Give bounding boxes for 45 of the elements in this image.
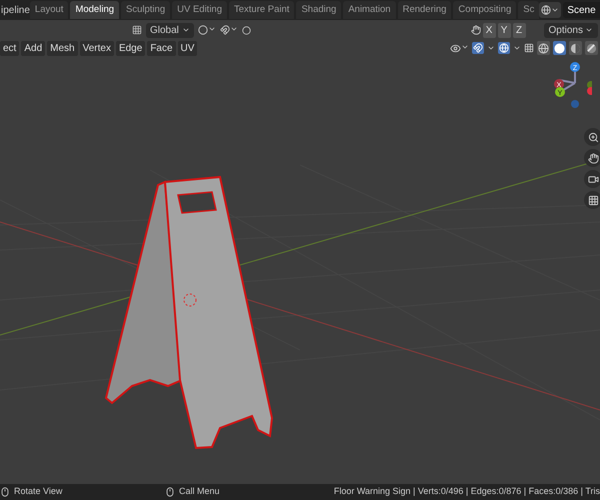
menu-item[interactable]: Vertex	[80, 40, 114, 56]
caret-icon	[208, 25, 216, 33]
workspace-tab[interactable]: Modeling	[70, 1, 120, 19]
orientation-icon	[132, 25, 142, 35]
xray-icon[interactable]	[524, 43, 534, 53]
overlay-toggle-icon[interactable]	[498, 42, 510, 54]
workspace-tab[interactable]: Texture Paint	[229, 1, 294, 19]
snap-icon[interactable]	[220, 25, 238, 35]
scene-statistics: Floor Warning Sign | Verts:0/496 | Edges:0/876 | Faces:0/386 | Tris	[334, 485, 600, 498]
menu-item[interactable]: Face	[147, 40, 176, 56]
workspace-tab[interactable]: Sculpting	[121, 1, 170, 19]
caret-icon	[513, 44, 521, 52]
caret-icon	[487, 44, 495, 52]
gizmo-toggle-icon[interactable]	[472, 42, 484, 54]
menu-item[interactable]: Add	[21, 40, 46, 56]
workspace-tab[interactable]: Compositing	[453, 1, 516, 19]
menu-item[interactable]: Edge	[116, 40, 146, 56]
status-hint: Call Menu	[179, 485, 220, 498]
shading-mode-button[interactable]	[569, 41, 582, 55]
workspace-tab[interactable]: Rendering	[398, 1, 452, 19]
mirror-icon	[470, 25, 481, 35]
workspace-tab[interactable]: UV Editing	[172, 1, 227, 19]
workspace-tab[interactable]: Animation	[343, 1, 396, 19]
workspace-tab[interactable]: Sc	[518, 1, 540, 19]
globe-icon	[541, 5, 552, 15]
menu-item[interactable]: ect	[0, 40, 20, 56]
mouse-icon	[0, 487, 10, 497]
caret-icon	[551, 6, 560, 14]
workspace-tab[interactable]: Shading	[296, 1, 342, 19]
workspace-tab[interactable]: Layout	[30, 1, 68, 19]
orientation-dropdown[interactable]: Global	[146, 22, 194, 38]
scene-field[interactable]: Scene	[563, 2, 600, 18]
scene-browse-button[interactable]	[539, 2, 562, 18]
caret-icon	[230, 25, 238, 33]
visibility-icon[interactable]	[450, 42, 469, 54]
shading-mode-button[interactable]	[585, 41, 598, 55]
caret-icon	[182, 26, 190, 34]
options-dropdown[interactable]: Options	[544, 22, 598, 38]
menu-item[interactable]: Mesh	[47, 40, 78, 56]
shading-mode-button[interactable]	[537, 41, 550, 55]
caret-icon	[585, 26, 593, 34]
pivot-icon[interactable]	[198, 25, 216, 35]
status-hint: Rotate View	[14, 485, 62, 498]
mouse-icon	[165, 487, 175, 497]
workspace-label: ipeline	[0, 4, 30, 18]
